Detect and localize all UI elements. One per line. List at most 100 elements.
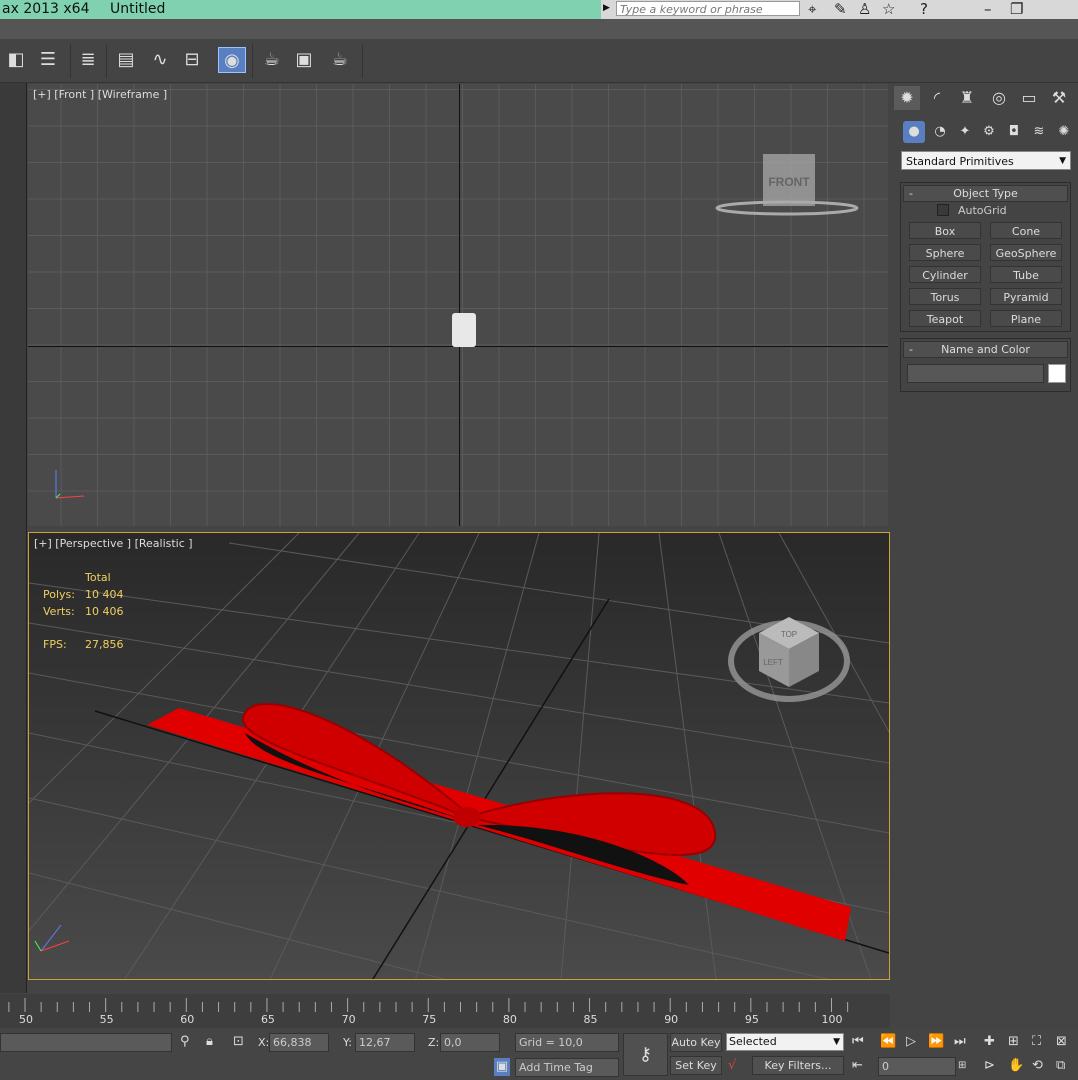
cameras-icon[interactable]: ⚙ (978, 121, 1000, 143)
create-plane-button[interactable]: Plane (990, 310, 1062, 327)
next-frame-icon[interactable]: ⏩ (928, 1033, 944, 1051)
object-name-input[interactable] (907, 364, 1044, 383)
isolate-icon[interactable]: ⚲ (180, 1033, 190, 1051)
orbit-icon[interactable]: ⟲ (1032, 1057, 1043, 1075)
timeline-tick-label: 60 (180, 1013, 195, 1026)
front-viewport[interactable]: [+] [Front ] [Wireframe ] FRONT (28, 84, 888, 526)
create-tab-icon[interactable]: ✹ (894, 86, 920, 110)
autogrid-label: AutoGrid (958, 204, 1007, 217)
search-expand-icon[interactable]: ▶ (603, 3, 610, 13)
timeline-tick-label: 50 (19, 1013, 33, 1026)
viewport-label[interactable]: [+] [Front ] [Wireframe ] (33, 88, 167, 101)
perspective-viewcube[interactable]: TOP LEFT (727, 591, 857, 711)
go-to-end-icon[interactable]: ⏭ (954, 1033, 966, 1051)
rendered-frame-icon[interactable]: ▣ (290, 47, 318, 73)
mirror-icon[interactable]: ◧ (2, 47, 30, 73)
collapse-minus: - (909, 187, 913, 200)
layer-manager-icon[interactable]: ≣ (74, 47, 102, 73)
binoculars-icon[interactable]: ⌖ (808, 0, 816, 18)
helpers-icon[interactable]: ◘ (1003, 121, 1025, 143)
prompt-line (0, 1033, 172, 1052)
utilities-tab-icon[interactable]: ⚒ (1046, 86, 1072, 110)
graphite-toggle-icon[interactable]: ▤ (112, 47, 140, 73)
geometry-icon[interactable]: ● (903, 121, 925, 143)
go-to-start-icon[interactable]: ⏮ (852, 1033, 864, 1051)
create-cone-button[interactable]: Cone (990, 222, 1062, 239)
create-pyramid-button[interactable]: Pyramid (990, 288, 1062, 305)
y-coordinate-field[interactable]: 12,67 (355, 1033, 415, 1052)
object-color-swatch[interactable] (1048, 364, 1066, 383)
curve-icon[interactable]: √ (728, 1057, 736, 1075)
user-icon[interactable]: ♙ (858, 0, 871, 18)
create-teapot-button[interactable]: Teapot (909, 310, 981, 327)
lock-icon[interactable]: 🔒︎ (206, 1033, 213, 1051)
toolbar-separator (70, 44, 71, 78)
x-coordinate-field[interactable]: 66,838 (269, 1033, 329, 1052)
create-geosphere-button[interactable]: GeoSphere (990, 244, 1062, 261)
help-icon[interactable]: ? (920, 0, 928, 18)
auto-key-button[interactable]: Auto Key (670, 1033, 722, 1052)
restore-icon[interactable]: ❐ (1010, 0, 1023, 18)
set-key-big-icon[interactable]: ⚷ (623, 1033, 668, 1076)
transform-mode-icon[interactable]: ⊡ (233, 1033, 244, 1051)
set-key-button[interactable]: Set Key (670, 1056, 722, 1075)
previous-frame-icon[interactable]: ⏪ (880, 1033, 896, 1051)
key-mode-dropdown[interactable]: Selected ▼ (726, 1033, 844, 1051)
lights-icon[interactable]: ✦ (954, 121, 976, 143)
render-production-icon[interactable]: ☕ (326, 47, 354, 73)
wrench-icon[interactable]: ✎ (834, 0, 847, 18)
key-mode-toggle-icon[interactable]: ⇤ (852, 1057, 863, 1075)
shapes-icon[interactable]: ◔ (929, 121, 951, 143)
minimize-icon[interactable]: – (984, 0, 992, 18)
time-tag-icon[interactable]: ▣ (494, 1058, 510, 1076)
play-icon[interactable]: ▷ (906, 1033, 916, 1051)
create-tube-button[interactable]: Tube (990, 266, 1062, 283)
align-icon[interactable]: ☰ (34, 47, 62, 73)
time-config-icon[interactable]: ⊞ (958, 1057, 966, 1075)
create-sphere-button[interactable]: Sphere (909, 244, 981, 261)
star-icon[interactable]: ☆ (882, 0, 895, 18)
axis-tripod-icon (34, 924, 70, 952)
zoom-all-icon[interactable]: ⊞ (1008, 1033, 1019, 1051)
grid-size-display: Grid = 10,0 (515, 1033, 619, 1052)
current-frame-field[interactable]: 0 (878, 1057, 956, 1076)
zoom-extents-icon[interactable]: ⛶ (1032, 1033, 1041, 1051)
material-editor-icon[interactable]: ◉ (218, 47, 246, 73)
name-color-header[interactable]: - Name and Color (903, 341, 1068, 358)
toolbar-separator (362, 44, 363, 78)
object-wireframe[interactable] (452, 313, 476, 347)
z-coordinate-field[interactable]: 0,0 (440, 1033, 500, 1052)
create-cylinder-button[interactable]: Cylinder (909, 266, 981, 283)
hierarchy-tab-icon[interactable]: ♜ (954, 86, 980, 110)
name-color-title: Name and Color (941, 343, 1030, 356)
field-of-view-icon[interactable]: ⊳ (984, 1057, 995, 1075)
stats-fps-value: 27,856 (85, 638, 124, 651)
spacewarps-icon[interactable]: ≋ (1028, 121, 1050, 143)
category-dropdown[interactable]: Standard Primitives ▼ (901, 151, 1071, 170)
left-viewport-strip (0, 83, 27, 993)
timeline-tick-label: 55 (99, 1013, 114, 1026)
render-setup-icon[interactable]: ☕ (258, 47, 286, 73)
search-input[interactable]: Type a keyword or phrase (616, 1, 800, 16)
pan-icon[interactable]: ✋ (1008, 1057, 1024, 1075)
motion-tab-icon[interactable]: ◎ (986, 86, 1012, 110)
zoom-icon[interactable]: ✚ (984, 1033, 995, 1051)
zoom-extents-all-icon[interactable]: ⊠ (1056, 1033, 1067, 1051)
curve-editor-icon[interactable]: ∿ (146, 47, 174, 73)
object-type-header[interactable]: - Object Type (903, 185, 1068, 202)
autogrid-checkbox[interactable] (937, 204, 949, 216)
systems-icon[interactable]: ✺ (1053, 121, 1075, 143)
perspective-viewport[interactable]: [+] [Perspective ] [Realistic ] Total Po… (28, 532, 890, 980)
display-tab-icon[interactable]: ▭ (1016, 86, 1042, 110)
add-time-tag-button[interactable]: Add Time Tag (515, 1058, 619, 1077)
chevron-down-icon: ▼ (1059, 156, 1066, 166)
viewport-label[interactable]: [+] [Perspective ] [Realistic ] (34, 537, 193, 550)
create-box-button[interactable]: Box (909, 222, 981, 239)
modify-tab-icon[interactable]: ◜ (924, 86, 950, 110)
schematic-view-icon[interactable]: ⊟ (178, 47, 206, 73)
maximize-viewport-icon[interactable]: ⧉ (1056, 1057, 1065, 1075)
timeline-tick-label: 95 (744, 1013, 759, 1026)
create-torus-button[interactable]: Torus (909, 288, 981, 305)
key-filters-button[interactable]: Key Filters... (752, 1056, 844, 1075)
front-viewcube[interactable]: FRONT (714, 150, 860, 220)
